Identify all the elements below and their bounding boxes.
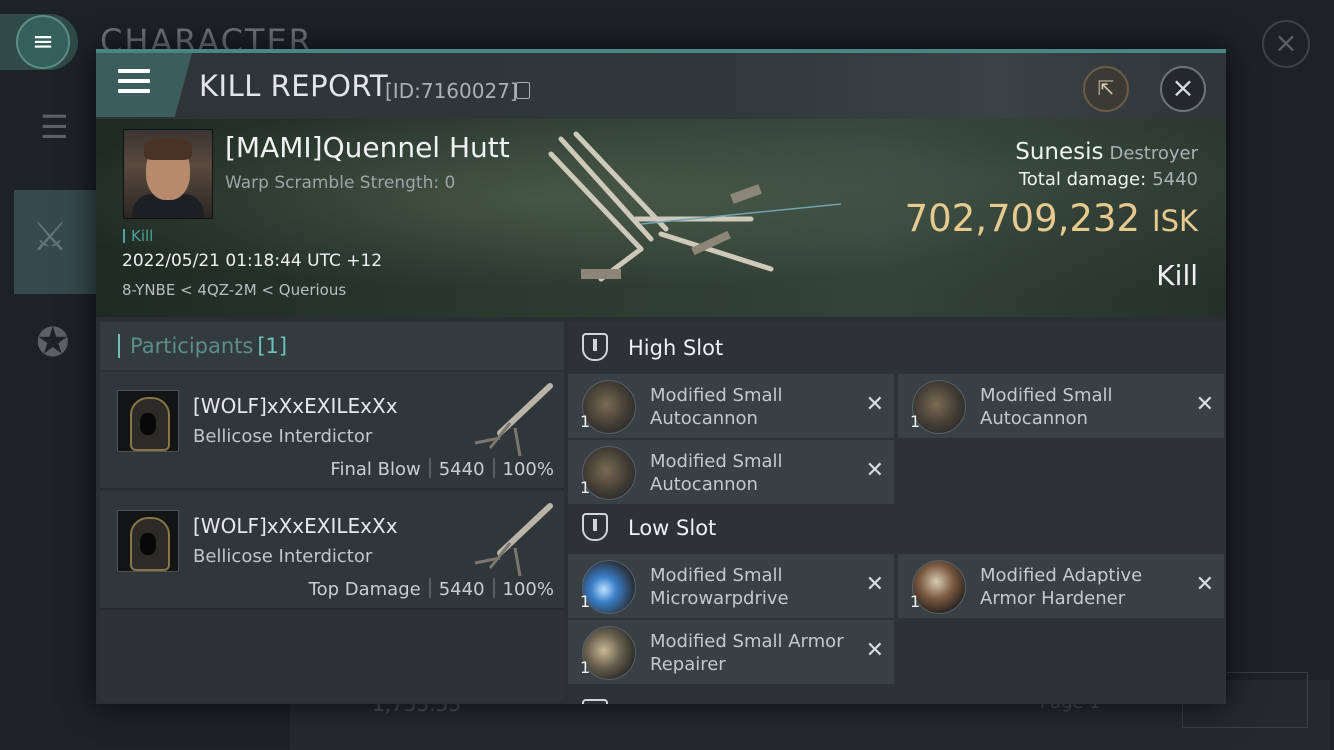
warp-scramble-strength: Warp Scramble Strength: 0 [225, 173, 456, 193]
close-icon: × [1171, 71, 1195, 104]
participants-header: Participants [1] [100, 322, 564, 370]
module-quantity: 1 [910, 412, 921, 431]
module-quantity: 1 [580, 658, 591, 677]
module-quantity: 1 [580, 592, 591, 611]
modal-header: KILL REPORT [ID:7160027] ⇱ × [96, 53, 1226, 119]
victim-banner: [MAMI]Quennel Hutt Warp Scramble Strengt… [96, 119, 1226, 317]
victim-ship: Sunesis Destroyer [1015, 139, 1198, 165]
remove-icon[interactable]: ✕ [866, 638, 884, 663]
participant-ship: Bellicose Interdictor [193, 546, 373, 567]
remove-icon[interactable]: ✕ [1196, 392, 1214, 417]
background-close-button[interactable]: × [1262, 20, 1310, 68]
high-slot-header: High Slot [568, 322, 1226, 374]
remove-icon[interactable]: ✕ [866, 572, 884, 597]
participant-avatar [117, 510, 179, 572]
module-name: Modified Small Autocannon [650, 451, 783, 495]
participant-ship: Bellicose Interdictor [193, 426, 373, 447]
low-slot-icon [582, 513, 608, 541]
participant-name: [WOLF]xXxEXILExXx [193, 394, 398, 418]
sidebar-item-combat[interactable]: ⚔ [14, 190, 98, 294]
close-button[interactable]: × [1160, 66, 1206, 112]
participant-row[interactable]: [WOLF]xXxEXILExXx Bellicose Interdictor … [100, 372, 564, 490]
module-item[interactable]: 1 Modified Small Armor Repairer ✕ [568, 620, 894, 684]
module-item[interactable]: 1 Modified Small Autocannon ✕ [568, 440, 894, 504]
participant-row[interactable]: [WOLF]xXxEXILExXx Bellicose Interdictor … [100, 492, 564, 610]
victim-portrait[interactable] [123, 129, 213, 219]
module-name: Modified Small Microwarpdrive [650, 565, 789, 609]
external-link-icon: ⇱ [1097, 76, 1115, 100]
menu-button[interactable] [96, 53, 192, 117]
copy-icon[interactable] [516, 82, 530, 99]
participant-stats: Final Blow 5440 100% [330, 458, 554, 480]
isk-value: 702,709,232 ISK [904, 197, 1198, 240]
participant-avatar [117, 390, 179, 452]
hamburger-icon [118, 69, 150, 99]
module-name: Modified Small Autocannon [980, 385, 1113, 429]
module-name: Modified Adaptive Armor Hardener [980, 565, 1143, 609]
participant-name: [WOLF]xXxEXILExXx [193, 514, 398, 538]
hamburger-icon: ≡ [16, 15, 70, 69]
module-quantity: 1 [580, 478, 591, 497]
list-icon[interactable]: ☰ [40, 108, 69, 146]
remove-icon[interactable]: ✕ [1196, 572, 1214, 597]
victim-ship-image [548, 131, 842, 282]
module-item[interactable]: 1 Modified Small Microwarpdrive ✕ [568, 554, 894, 618]
next-slot-header [568, 688, 1226, 704]
participant-ship-icon [474, 383, 553, 457]
low-slot-header: Low Slot [568, 502, 1226, 554]
victim-name[interactable]: [MAMI]Quennel Hutt [225, 131, 510, 164]
module-item[interactable]: 1 Modified Small Autocannon ✕ [898, 374, 1224, 438]
module-quantity: 1 [910, 592, 921, 611]
slot-icon [582, 699, 608, 704]
participant-ship-icon [474, 503, 553, 577]
module-quantity: 1 [580, 412, 591, 431]
module-item[interactable]: 1 Modified Small Autocannon ✕ [568, 374, 894, 438]
kill-tag: Kill [123, 227, 153, 245]
participants-panel: Participants [1] [WOLF]xXxEXILExXx Bellic… [100, 322, 564, 702]
module-name: Modified Small Armor Repairer [650, 631, 844, 675]
participant-stats: Top Damage 5440 100% [308, 578, 554, 600]
kill-id: [ID:7160027] [385, 79, 518, 103]
remove-icon[interactable]: ✕ [866, 458, 884, 483]
modal-title: KILL REPORT [199, 69, 389, 103]
kill-timestamp: 2022/05/21 01:18:44 UTC +12 [122, 251, 383, 271]
high-slot-icon [582, 333, 608, 361]
total-damage: Total damage: 5440 [1018, 169, 1198, 190]
module-item[interactable]: 1 Modified Adaptive Armor Hardener ✕ [898, 554, 1224, 618]
module-name: Modified Small Autocannon [650, 385, 783, 429]
kill-location: 8-YNBE < 4QZ-2M < Querious [122, 281, 347, 299]
background-menu-button[interactable]: ≡ [0, 14, 78, 70]
crossed-swords-icon: ⚔ [32, 214, 68, 260]
kill-report-modal: KILL REPORT [ID:7160027] ⇱ × [MAMI]Quenn… [96, 49, 1226, 704]
fittings-panel: High Slot 1 Modified Small Autocannon ✕ … [568, 322, 1226, 704]
remove-icon[interactable]: ✕ [866, 392, 884, 417]
star-badge-icon[interactable]: ✪ [36, 320, 70, 366]
result-label: Kill [1156, 259, 1198, 292]
share-button[interactable]: ⇱ [1083, 66, 1129, 112]
